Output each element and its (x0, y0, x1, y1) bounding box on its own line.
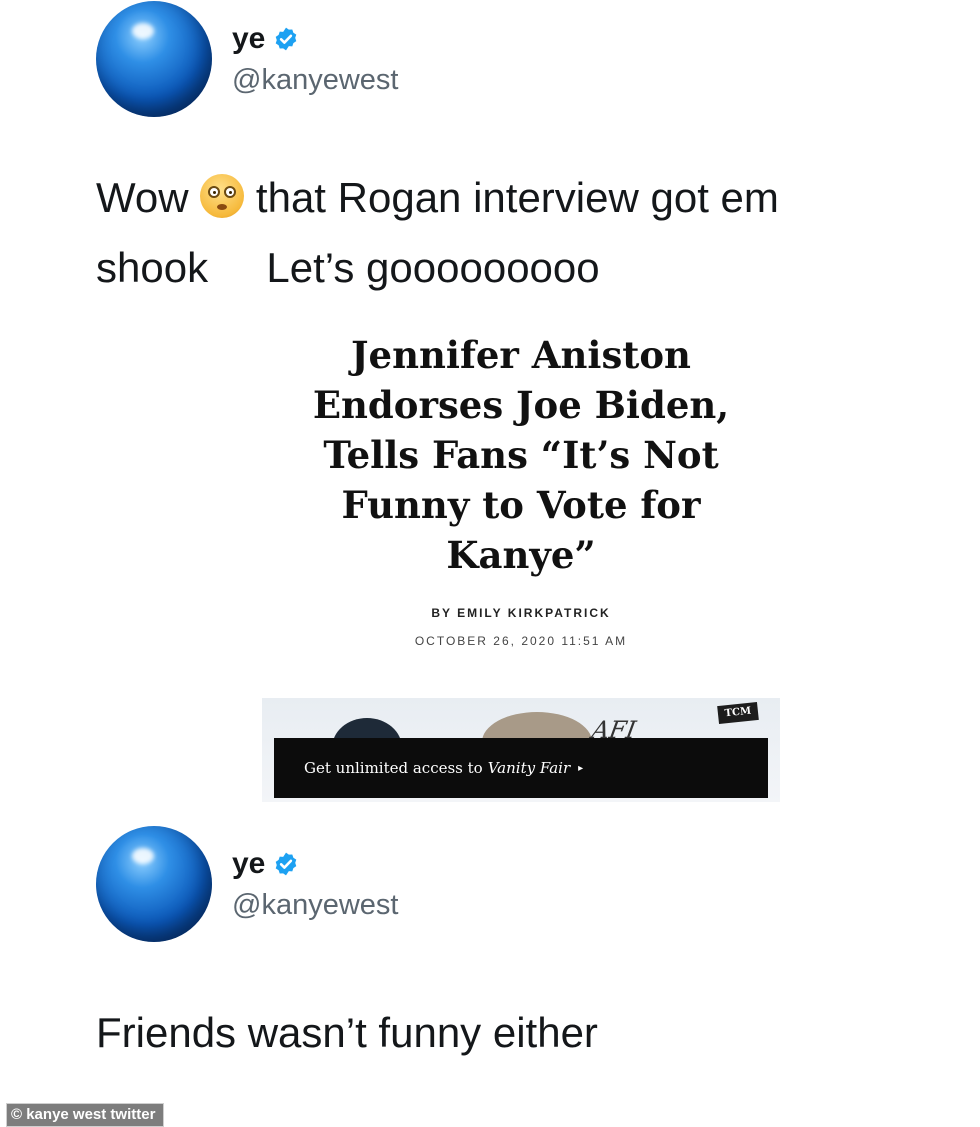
tweet1-text-part1: Wow (96, 174, 189, 221)
article-image: AFI TCM Get unlimited access to Vanity F… (262, 698, 780, 802)
tweet1-text: Wow that Rogan interview got em shook Le… (96, 163, 896, 303)
avatar[interactable] (96, 1, 212, 117)
article-headline: Jennifer Aniston Endorses Joe Biden, Tel… (312, 333, 730, 577)
emoji-mouth (217, 204, 228, 210)
image-credit-caption: © kanye west twitter (6, 1103, 165, 1127)
article-byline: BY EMILY KIRKPATRICK (431, 606, 611, 620)
verified-badge-icon (276, 27, 297, 51)
emoji-eye-left (208, 186, 221, 198)
emoji-eye-right (224, 186, 237, 198)
handle[interactable]: @kanyewest (232, 891, 398, 920)
avatar-shine (132, 848, 154, 864)
tweet1-line1: Wow that Rogan interview got em (96, 163, 896, 233)
verified-badge-icon (276, 852, 297, 876)
chevron-right-icon: ▸ (578, 762, 584, 774)
display-name: ye (232, 847, 266, 880)
avatar-shine (132, 23, 154, 39)
tweet2-name-row[interactable]: ye (232, 849, 299, 879)
paywall-text: Get unlimited access to (304, 759, 483, 777)
flushed-face-emoji-icon (200, 174, 245, 218)
avatar[interactable] (96, 826, 212, 942)
tweet1-name-row[interactable]: ye (232, 24, 299, 54)
tweet2-text: Friends wasn’t funny either (96, 1009, 598, 1056)
paywall-banner[interactable]: Get unlimited access to Vanity Fair ▸ (274, 738, 768, 798)
article-card[interactable]: Jennifer Aniston Endorses Joe Biden, Tel… (262, 330, 780, 648)
paywall-brand: Vanity Fair (487, 759, 571, 777)
handle[interactable]: @kanyewest (232, 66, 398, 95)
tweet1-line2: shook Let’s gooooooooo (96, 244, 600, 291)
article-date: OCTOBER 26, 2020 11:51 AM (414, 634, 628, 648)
tcm-logo: TCM (717, 701, 759, 725)
tweet1-text-part2: that Rogan interview got em (255, 174, 779, 221)
display-name: ye (232, 22, 266, 55)
